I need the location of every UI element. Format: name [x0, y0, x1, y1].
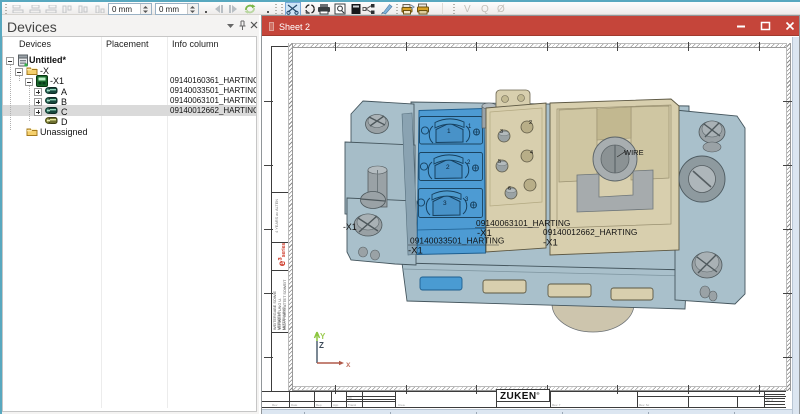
svg-text:x: x	[346, 360, 351, 369]
svg-text:3: 3	[500, 129, 503, 135]
svg-text:-X1: -X1	[408, 246, 423, 257]
svg-text:4: 4	[530, 150, 533, 156]
svg-text:2: 2	[529, 120, 532, 126]
svg-text:-X1: -X1	[543, 238, 558, 249]
svg-text:2: 2	[446, 164, 450, 171]
svg-text:1: 1	[447, 128, 451, 135]
svg-text:6: 6	[508, 186, 511, 192]
svg-text:WIRE: WIRE	[624, 148, 644, 157]
svg-text:-X1: -X1	[477, 228, 492, 239]
svg-text:Z: Z	[319, 341, 324, 350]
svg-text:5: 5	[498, 159, 501, 165]
svg-text:09140012662_HARTING: 09140012662_HARTING	[543, 227, 637, 237]
svg-text:-X1: -X1	[343, 222, 357, 232]
svg-text:Y: Y	[320, 332, 326, 341]
svg-text:3: 3	[443, 200, 447, 207]
